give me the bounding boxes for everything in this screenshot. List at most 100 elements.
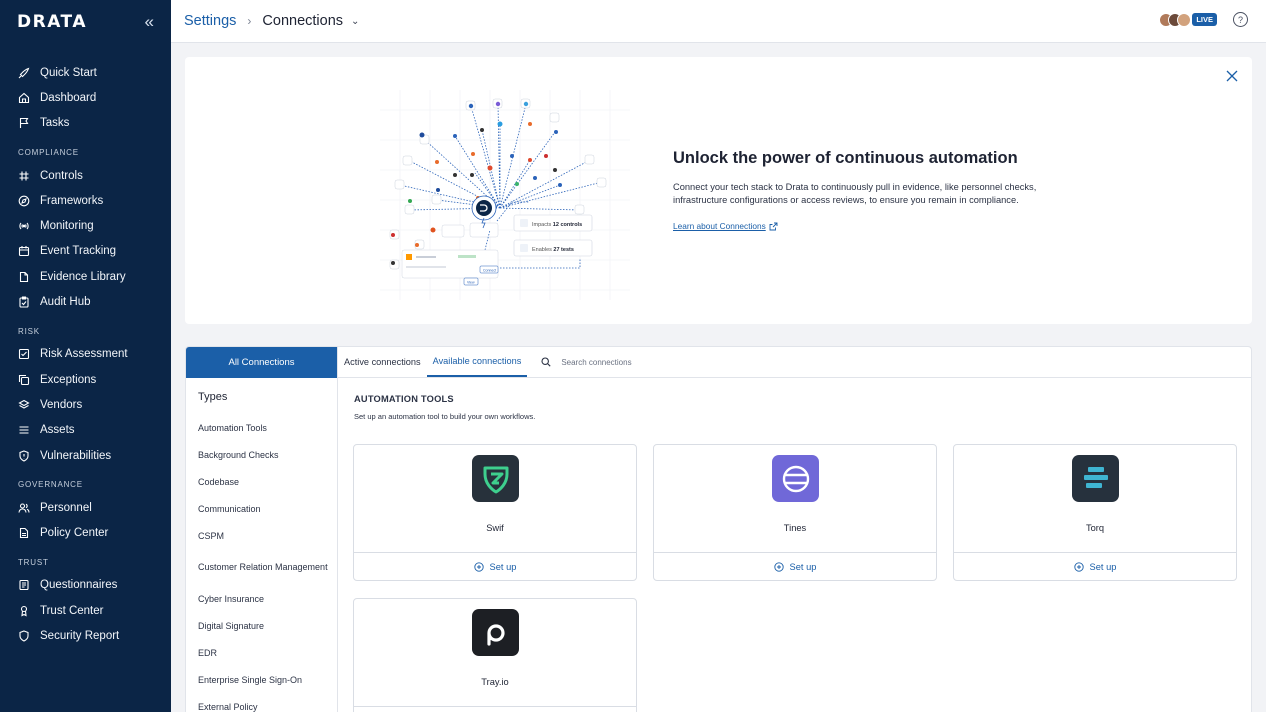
help-icon[interactable]: ? <box>1233 12 1248 27</box>
section-label-compliance: COMPLIANCE <box>18 147 79 157</box>
chevron-down-icon[interactable]: ⌄ <box>351 16 359 27</box>
sidebar-item-trust-center[interactable]: Trust Center <box>0 598 171 623</box>
rocket-icon <box>18 67 30 79</box>
signal-icon <box>18 220 30 232</box>
setup-button[interactable]: Set up <box>354 553 636 581</box>
sidebar-item-evidence-library[interactable]: Evidence Library <box>0 264 171 289</box>
section-subtitle: Set up an automation tool to build your … <box>354 412 536 421</box>
sidebar-item-audit-hub[interactable]: Audit Hub <box>0 289 171 314</box>
type-customer-relation-management[interactable]: Customer Relation Management <box>186 549 337 586</box>
sidebar-item-exceptions[interactable]: Exceptions <box>0 367 171 392</box>
learn-about-connections-link[interactable]: Learn about Connections <box>673 221 778 231</box>
sidebar-item-label: Evidence Library <box>40 270 126 283</box>
sidebar-item-label: Audit Hub <box>40 296 91 309</box>
sidebar-item-security-report[interactable]: Security Report <box>0 623 171 648</box>
illus-view-label: View <box>467 281 475 285</box>
list-icon <box>18 424 30 436</box>
sidebar-item-frameworks[interactable]: Frameworks <box>0 188 171 213</box>
connection-card-tray-io: Tray.io <box>353 598 637 712</box>
sidebar-item-questionnaires[interactable]: Questionnaires <box>0 573 171 598</box>
sidebar-item-risk-assessment[interactable]: Risk Assessment <box>0 342 171 367</box>
type-background-checks[interactable]: Background Checks <box>186 442 337 469</box>
connections-illustration: Impacts 12 controls Enables 27 tests Con… <box>380 90 630 300</box>
calendar-icon <box>18 245 30 257</box>
section-label-trust: TRUST <box>18 557 49 567</box>
all-connections-button[interactable]: All Connections <box>186 347 337 378</box>
form-icon <box>18 579 30 591</box>
type-edr[interactable]: EDR <box>186 640 337 667</box>
sidebar-item-controls[interactable]: Controls <box>0 163 171 188</box>
shield-outline-icon <box>18 630 30 642</box>
sidebar-item-label: Policy Center <box>40 527 109 540</box>
sidebar-item-monitoring[interactable]: Monitoring <box>0 213 171 238</box>
sidebar-item-personnel[interactable]: Personnel <box>0 495 171 520</box>
search-icon <box>541 357 551 367</box>
sidebar-item-label: Vulnerabilities <box>40 449 112 462</box>
setup-button[interactable]: Set up <box>954 553 1236 581</box>
avatar-group[interactable] <box>1159 12 1192 27</box>
type-codebase[interactable]: Codebase <box>186 469 337 496</box>
type-digital-signature[interactable]: Digital Signature <box>186 613 337 640</box>
search-input[interactable] <box>561 357 762 367</box>
sidebar-item-assets[interactable]: Assets <box>0 418 171 443</box>
lock-icon <box>18 605 30 617</box>
type-enterprise-sso[interactable]: Enterprise Single Sign-On <box>186 666 337 693</box>
close-icon[interactable] <box>1225 69 1239 83</box>
connections-content: AUTOMATION TOOLS Set up an automation to… <box>338 379 1251 712</box>
tab-available-connections[interactable]: Available connections <box>426 347 528 377</box>
section-label-risk: RISK <box>18 326 40 336</box>
setup-label: Set up <box>1089 562 1117 572</box>
illus-connect-label: Connect <box>483 269 496 273</box>
document-icon <box>18 271 30 283</box>
connections-panel: All Connections Types Automation Tools B… <box>185 346 1252 712</box>
sidebar-item-label: Quick Start <box>40 66 97 79</box>
sidebar-item-label: Security Report <box>40 629 120 642</box>
search-connections[interactable] <box>541 347 762 377</box>
section-title: AUTOMATION TOOLS <box>354 394 454 404</box>
sidebar-item-tasks[interactable]: Tasks <box>0 111 171 136</box>
sidebar-item-dashboard[interactable]: Dashboard <box>0 85 171 110</box>
type-cspm[interactable]: CSPM <box>186 522 337 549</box>
card-name: Tines <box>783 523 807 533</box>
type-external-policy[interactable]: External Policy <box>186 693 337 712</box>
types-sidebar: All Connections Types Automation Tools B… <box>186 347 338 712</box>
tines-logo <box>772 455 819 502</box>
type-communication[interactable]: Communication <box>186 495 337 522</box>
tab-active-connections[interactable]: Active connections <box>338 347 427 377</box>
flag-icon <box>18 117 30 129</box>
swif-logo <box>472 455 519 502</box>
collapse-sidebar-button[interactable]: « <box>145 12 154 32</box>
illus-enables-label: Enables <box>532 247 553 253</box>
breadcrumb-settings[interactable]: Settings <box>184 13 236 29</box>
type-automation-tools[interactable]: Automation Tools <box>186 415 337 442</box>
connection-card-swif: Swif Set up <box>353 444 637 581</box>
avatar <box>1177 12 1192 27</box>
sidebar-item-quick-start[interactable]: Quick Start <box>0 60 171 85</box>
tray-io-logo <box>472 609 519 656</box>
plus-circle-icon <box>773 562 784 572</box>
breadcrumb-connections[interactable]: Connections <box>262 13 343 29</box>
setup-button[interactable]: Set up <box>654 553 936 581</box>
torq-logo <box>1072 455 1119 502</box>
sidebar-item-label: Exceptions <box>40 373 97 386</box>
type-cyber-insurance[interactable]: Cyber Insurance <box>186 586 337 613</box>
sidebar-item-vendors[interactable]: Vendors <box>0 392 171 417</box>
setup-label: Set up <box>489 562 517 572</box>
svg-text:Enables 27 tests: Enables 27 tests <box>532 247 574 253</box>
shield-icon <box>18 449 30 462</box>
sidebar-item-event-tracking[interactable]: Event Tracking <box>0 239 171 264</box>
header-actions: LIVE ? <box>1159 12 1248 27</box>
people-icon <box>18 502 30 514</box>
brand-bar: DRATA « <box>0 0 171 43</box>
drata-logo[interactable]: DRATA <box>17 12 87 32</box>
types-heading: Types <box>198 391 228 403</box>
hero-title: Unlock the power of continuous automatio… <box>673 149 1018 167</box>
svg-text:Impacts 12 controls: Impacts 12 controls <box>532 222 582 228</box>
sidebar-item-policy-center[interactable]: Policy Center <box>0 520 171 545</box>
sidebar-item-label: Questionnaires <box>40 579 118 592</box>
card-name: Swif <box>486 523 504 533</box>
sidebar-item-label: Assets <box>40 424 75 437</box>
sidebar-item-label: Vendors <box>40 398 83 411</box>
grid-icon <box>18 170 30 182</box>
sidebar-item-vulnerabilities[interactable]: Vulnerabilities <box>0 443 171 468</box>
